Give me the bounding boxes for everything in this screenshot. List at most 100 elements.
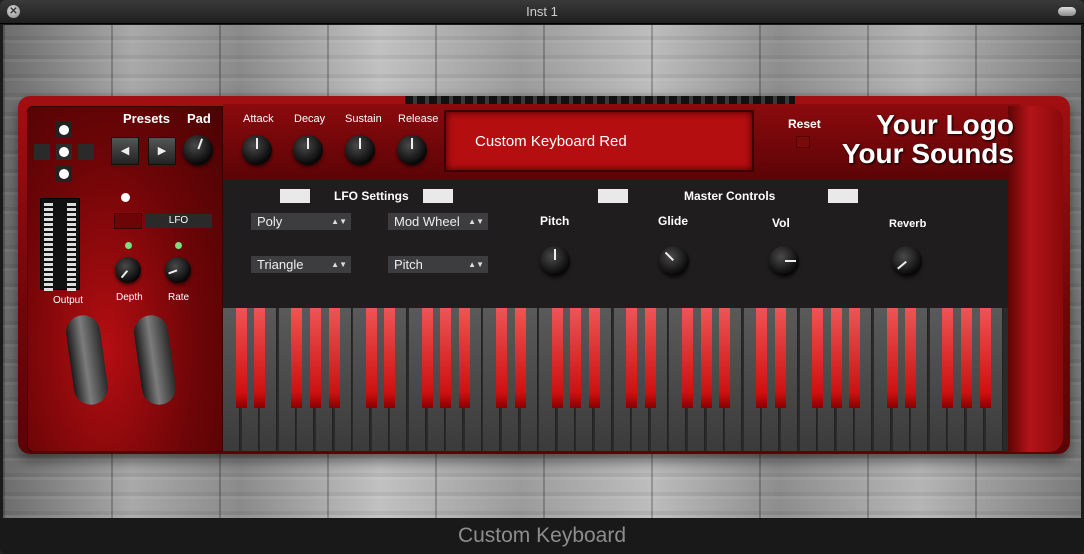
depth-knob[interactable] — [115, 257, 141, 283]
dpad-down[interactable] — [56, 166, 72, 182]
plugin-window: ✕ Inst 1 Presets Pad ◀ ▶ LFO Output Dept… — [0, 0, 1084, 554]
lfo-target-select[interactable]: Pitch ▲▼ — [388, 256, 488, 273]
rate-led — [175, 242, 182, 249]
black-key[interactable] — [812, 308, 824, 408]
preset-next-button[interactable]: ▶ — [148, 137, 176, 165]
lfo-indicator-dot — [121, 193, 130, 202]
select-arrows-icon: ▲▼ — [331, 260, 347, 269]
meter-segment — [44, 268, 53, 271]
piano-keyboard — [223, 308, 1008, 451]
black-key[interactable] — [235, 308, 247, 408]
meter-segment — [44, 288, 53, 291]
meter-segment — [44, 263, 53, 266]
lfo-source-select[interactable]: Mod Wheel ▲▼ — [388, 213, 488, 230]
zoom-button[interactable] — [1058, 7, 1076, 16]
meter-segment — [44, 248, 53, 251]
black-key[interactable] — [756, 308, 768, 408]
rate-knob[interactable] — [165, 257, 191, 283]
dpad-center-dot — [59, 147, 69, 157]
title-bar: ✕ Inst 1 — [0, 0, 1084, 24]
black-key[interactable] — [551, 308, 563, 408]
lfo-settings-title: LFO Settings — [334, 189, 409, 203]
vol-knob[interactable] — [769, 246, 799, 276]
meter-segment — [44, 273, 53, 276]
reverb-knob[interactable] — [892, 246, 922, 276]
black-key[interactable] — [310, 308, 321, 408]
release-knob[interactable] — [397, 135, 427, 165]
lfo-mode-select[interactable]: Poly ▲▼ — [251, 213, 351, 230]
chevron-left-icon: ◀ — [120, 145, 130, 157]
pitch-label: Pitch — [540, 214, 570, 228]
meter-segment — [44, 218, 53, 221]
meter-segment — [67, 258, 76, 261]
dpad-down-dot — [59, 169, 69, 179]
dpad-right[interactable] — [78, 144, 94, 160]
black-key[interactable] — [291, 308, 303, 408]
pad-knob[interactable] — [183, 135, 213, 165]
meter-segment — [67, 223, 76, 226]
meter-segment — [67, 233, 76, 236]
depth-led — [125, 242, 132, 249]
decay-knob[interactable] — [293, 135, 323, 165]
meter-segment — [67, 263, 76, 266]
black-key[interactable] — [905, 308, 917, 408]
dpad-left[interactable] — [34, 144, 50, 160]
attack-knob[interactable] — [242, 135, 272, 165]
right-end-cap — [1008, 106, 1063, 452]
decay-label: Decay — [294, 113, 326, 125]
preset-prev-button[interactable]: ◀ — [111, 137, 139, 165]
black-key[interactable] — [589, 308, 600, 408]
meter-segment — [67, 268, 76, 271]
black-key[interactable] — [961, 308, 972, 408]
black-key[interactable] — [849, 308, 861, 408]
black-key[interactable] — [886, 308, 898, 408]
meter-segment — [67, 218, 76, 221]
meter-segment — [44, 213, 53, 216]
sustain-label: Sustain — [345, 113, 382, 125]
meter-segment — [44, 228, 53, 231]
reverb-label: Reverb — [889, 218, 927, 230]
dpad-center[interactable] — [56, 144, 72, 160]
black-key[interactable] — [644, 308, 656, 408]
sustain-knob[interactable] — [345, 135, 375, 165]
black-key[interactable] — [384, 308, 396, 408]
black-key[interactable] — [830, 308, 842, 408]
black-key[interactable] — [979, 308, 991, 408]
black-key[interactable] — [942, 308, 954, 408]
black-key[interactable] — [440, 308, 452, 408]
pitch-knob[interactable] — [540, 246, 570, 276]
black-key[interactable] — [775, 308, 786, 408]
meter-segment — [44, 278, 53, 281]
presets-label: Presets — [123, 111, 170, 126]
reset-label: Reset — [788, 117, 821, 131]
lfo-target-value: Pitch — [394, 257, 423, 272]
black-key[interactable] — [682, 308, 693, 408]
black-key[interactable] — [496, 308, 507, 408]
preset-name: Custom Keyboard Red — [475, 133, 627, 150]
black-key[interactable] — [365, 308, 377, 408]
black-key[interactable] — [458, 308, 470, 408]
glide-knob[interactable] — [659, 246, 689, 276]
black-key[interactable] — [421, 308, 433, 408]
lfo-toggle-button[interactable] — [114, 213, 142, 229]
dpad-up[interactable] — [56, 122, 72, 138]
meter-segment — [67, 248, 76, 251]
black-key[interactable] — [626, 308, 638, 408]
black-key[interactable] — [700, 308, 712, 408]
lfo-waveform-select[interactable]: Triangle ▲▼ — [251, 256, 351, 273]
logo: Your Logo Your Sounds — [824, 110, 1014, 168]
lfo-swatch-right — [423, 189, 453, 203]
black-key[interactable] — [328, 308, 340, 408]
lfo-source-value: Mod Wheel — [394, 214, 460, 229]
depth-label: Depth — [116, 292, 143, 303]
black-key[interactable] — [254, 308, 266, 408]
meter-segment — [67, 213, 76, 216]
lfo-swatch-left — [280, 189, 310, 203]
black-key[interactable] — [514, 308, 526, 408]
black-key[interactable] — [719, 308, 731, 408]
black-key[interactable] — [570, 308, 582, 408]
lfo-mode-value: Poly — [257, 214, 283, 229]
reset-button[interactable] — [796, 136, 810, 148]
vol-label: Vol — [772, 216, 790, 230]
lfo-waveform-value: Triangle — [257, 257, 304, 272]
